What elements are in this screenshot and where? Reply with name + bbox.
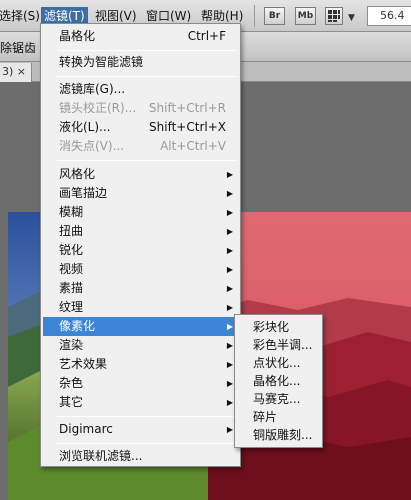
menu-separator: [57, 160, 237, 161]
menu-separator: [57, 76, 237, 77]
menu-item-lens-correction[interactable]: 镜头校正(R)... Shift+Ctrl+R: [43, 99, 238, 118]
menu-item-label: 晶格化: [59, 29, 96, 43]
menu-item-label: 杂色: [59, 376, 84, 390]
menu-item-label: 像素化: [59, 319, 96, 333]
menu-item-artistic[interactable]: 艺术效果 ▶: [43, 355, 238, 374]
submenu-item-color-halftone[interactable]: 彩色半调...: [237, 336, 321, 355]
submenu-item-facet[interactable]: 彩块化: [237, 318, 321, 337]
submenu-item-pointillize[interactable]: 点状化...: [237, 354, 321, 373]
menu-item-label: Digimarc: [59, 422, 113, 436]
menu-item-distort[interactable]: 扭曲 ▶: [43, 222, 238, 241]
submenu-arrow-icon: ▶: [226, 303, 233, 312]
chevron-down-icon[interactable]: ▼: [348, 13, 355, 23]
document-tab[interactable]: 3) ×: [0, 63, 32, 82]
submenu-arrow-icon: ▶: [226, 189, 233, 198]
zoom-field[interactable]: 56.4: [367, 6, 411, 26]
submenu-arrow-icon: ▶: [226, 246, 233, 255]
submenu-item-fragment[interactable]: 碎片: [237, 408, 321, 427]
pixelate-submenu: 彩块化 彩色半调... 点状化... 晶格化... 马赛克... 碎片 铜版雕刻…: [234, 314, 323, 448]
submenu-arrow-icon: ▶: [226, 398, 233, 407]
menu-item-liquify[interactable]: 液化(L)... Shift+Ctrl+X: [43, 118, 238, 137]
menu-item-texture[interactable]: 纹理 ▶: [43, 298, 238, 317]
menu-item-shortcut: Ctrl+F: [187, 29, 226, 43]
menu-item-brush-strokes[interactable]: 画笔描边 ▶: [43, 184, 238, 203]
menu-item-blur[interactable]: 模糊 ▶: [43, 203, 238, 222]
menu-item-sharpen[interactable]: 锐化 ▶: [43, 241, 238, 260]
menu-item-label: 浏览联机滤镜...: [59, 449, 143, 463]
menu-item-shortcut: Alt+Ctrl+V: [160, 139, 226, 153]
menu-item-stylize[interactable]: 风格化 ▶: [43, 165, 238, 184]
submenu-arrow-icon: ▶: [226, 265, 233, 274]
submenu-item-mezzotint[interactable]: 铜版雕刻...: [237, 426, 321, 445]
menu-item-label: 其它: [59, 395, 84, 409]
menu-item-label: 素描: [59, 281, 84, 295]
menu-item-filter-gallery[interactable]: 滤镜库(G)...: [43, 80, 238, 99]
submenu-arrow-icon: ▶: [226, 425, 233, 434]
menu-item-label: 渲染: [59, 338, 84, 352]
menu-item-label: 艺术效果: [59, 357, 108, 371]
menu-item-label: 液化(L)...: [59, 120, 111, 134]
menu-item-label: 视频: [59, 262, 84, 276]
submenu-arrow-icon: ▶: [226, 360, 233, 369]
menu-item-render[interactable]: 渲染 ▶: [43, 336, 238, 355]
menubar-divider: [254, 5, 255, 27]
submenu-item-mosaic[interactable]: 马赛克...: [237, 390, 321, 409]
menu-item-convert-smart-filter[interactable]: 转换为智能滤镜: [43, 53, 238, 72]
menu-item-label: 消失点(V)...: [59, 139, 125, 153]
filter-menu: 晶格化 Ctrl+F 转换为智能滤镜 滤镜库(G)... 镜头校正(R)... …: [40, 23, 241, 467]
submenu-arrow-icon: ▶: [226, 284, 233, 293]
menu-item-label: 风格化: [59, 167, 96, 181]
menu-separator: [57, 443, 237, 444]
menu-item-digimarc[interactable]: Digimarc ▶: [43, 420, 238, 439]
menu-item-label: 镜头校正(R)...: [59, 101, 137, 115]
menu-item-label: 锐化: [59, 243, 84, 257]
menu-separator: [57, 50, 237, 51]
menu-item-label: 模糊: [59, 205, 84, 219]
menu-item-label: 扭曲: [59, 224, 84, 238]
menu-item-shortcut: Shift+Ctrl+X: [149, 120, 226, 134]
menu-select[interactable]: 选择(S): [0, 7, 43, 26]
menu-item-last-filter[interactable]: 晶格化 Ctrl+F: [43, 27, 238, 46]
menu-item-shortcut: Shift+Ctrl+R: [148, 101, 226, 115]
submenu-arrow-icon: ▶: [226, 170, 233, 179]
submenu-arrow-icon: ▶: [226, 227, 233, 236]
menu-item-vanishing-point[interactable]: 消失点(V)... Alt+Ctrl+V: [43, 137, 238, 156]
menu-item-video[interactable]: 视频 ▶: [43, 260, 238, 279]
menu-item-pixelate[interactable]: 像素化 ▶: [43, 317, 238, 336]
menu-item-other[interactable]: 其它 ▶: [43, 393, 238, 412]
menu-item-noise[interactable]: 杂色 ▶: [43, 374, 238, 393]
menu-separator: [57, 416, 237, 417]
mini-bridge-button[interactable]: Mb: [295, 7, 316, 25]
submenu-arrow-icon: ▶: [226, 379, 233, 388]
menu-item-label: 画笔描边: [59, 186, 108, 200]
submenu-arrow-icon: ▶: [226, 322, 233, 331]
submenu-arrow-icon: ▶: [226, 341, 233, 350]
menu-item-label: 纹理: [59, 300, 84, 314]
submenu-arrow-icon: ▶: [226, 208, 233, 217]
menu-item-label: 滤镜库(G)...: [59, 82, 126, 96]
arrange-grid-icon[interactable]: [325, 7, 343, 25]
submenu-item-crystallize[interactable]: 晶格化...: [237, 372, 321, 391]
menu-item-browse-online-filters[interactable]: 浏览联机滤镜...: [43, 447, 238, 466]
bridge-button[interactable]: Br: [264, 7, 285, 25]
remove-aliasing-checkbox-label[interactable]: 除锯齿: [0, 39, 36, 56]
menu-item-sketch[interactable]: 素描 ▶: [43, 279, 238, 298]
menu-item-label: 转换为智能滤镜: [59, 55, 144, 69]
